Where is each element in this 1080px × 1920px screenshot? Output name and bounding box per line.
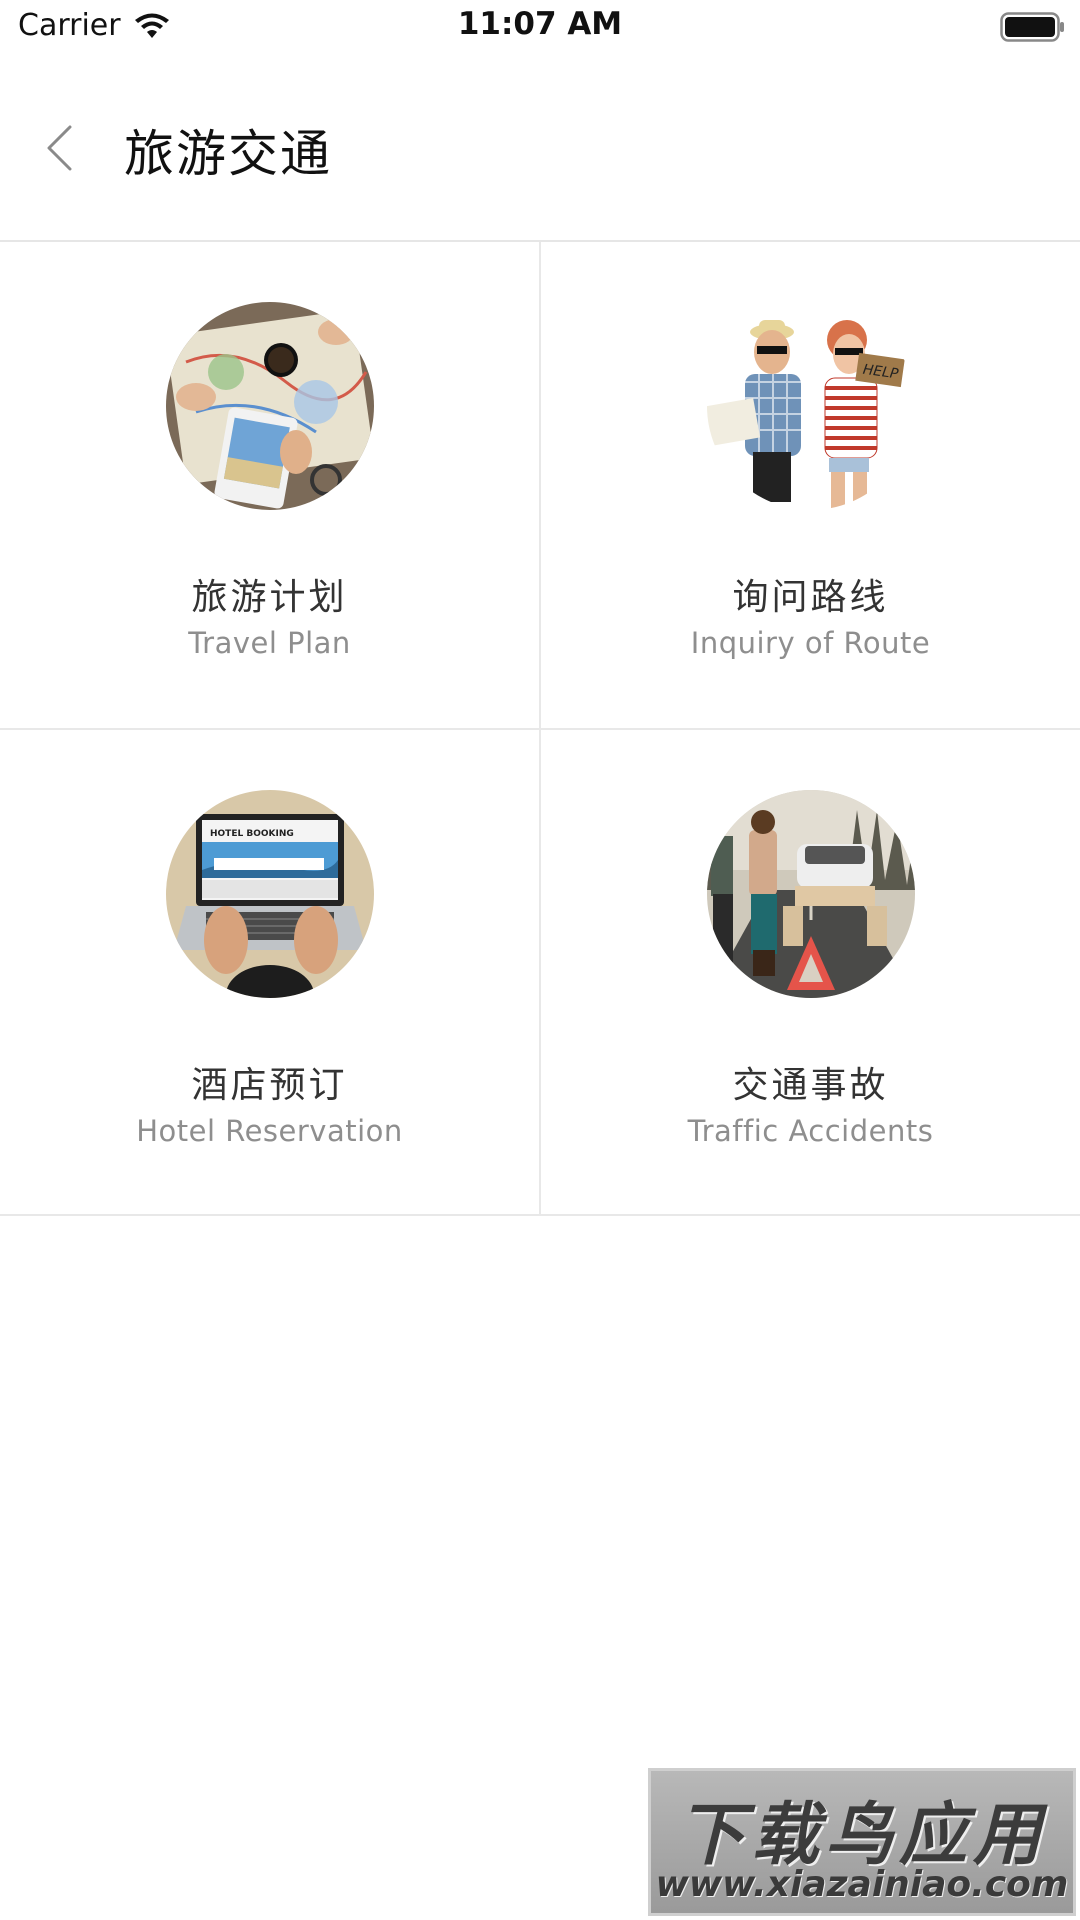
back-button[interactable] — [36, 116, 82, 180]
category-subtitle: Travel Plan — [188, 626, 351, 660]
category-grid: 旅游计划 Travel Plan HELP 询问路线 Inquiry of Ro… — [0, 242, 1080, 1216]
chevron-left-icon — [47, 125, 72, 171]
hotel-booking-screen-text: HOTEL BOOKING — [210, 829, 294, 839]
page-title: 旅游交通 — [124, 125, 332, 183]
category-inquiry-of-route[interactable]: HELP 询问路线 Inquiry of Route — [541, 242, 1080, 728]
status-bar: Carrier 11:07 AM — [0, 0, 1080, 60]
travel-map-photo — [166, 302, 374, 510]
watermark-url: www.xiazainiao.com — [655, 1864, 1069, 1905]
category-subtitle: Inquiry of Route — [690, 626, 931, 660]
watermark-logo: 下载鸟应用 www.xiazainiao.com — [648, 1768, 1076, 1916]
horizontal-divider — [0, 1214, 1080, 1216]
laptop-hotel-booking-photo: HOTEL BOOKING — [166, 790, 374, 998]
navigation-bar: 旅游交通 — [0, 60, 1080, 242]
category-title: 询问路线 — [732, 577, 889, 618]
category-subtitle: Hotel Reservation — [136, 1114, 403, 1148]
category-travel-plan[interactable]: 旅游计划 Travel Plan — [0, 242, 539, 728]
battery-full-icon — [1000, 12, 1064, 42]
category-hotel-reservation[interactable]: HOTEL BOOKING 酒店预订 Hotel Reservation — [0, 730, 539, 1216]
category-traffic-accidents[interactable]: 交通事故 Traffic Accidents — [541, 730, 1080, 1216]
category-title: 交通事故 — [732, 1065, 889, 1106]
status-time: 11:07 AM — [457, 6, 623, 42]
category-subtitle: Traffic Accidents — [687, 1114, 934, 1148]
roadside-car-breakdown-photo — [707, 790, 915, 998]
hitchhikers-help-sign-photo: HELP — [707, 302, 915, 510]
category-title: 旅游计划 — [191, 577, 348, 618]
horizontal-divider — [0, 728, 1080, 730]
category-title: 酒店预订 — [191, 1065, 348, 1106]
